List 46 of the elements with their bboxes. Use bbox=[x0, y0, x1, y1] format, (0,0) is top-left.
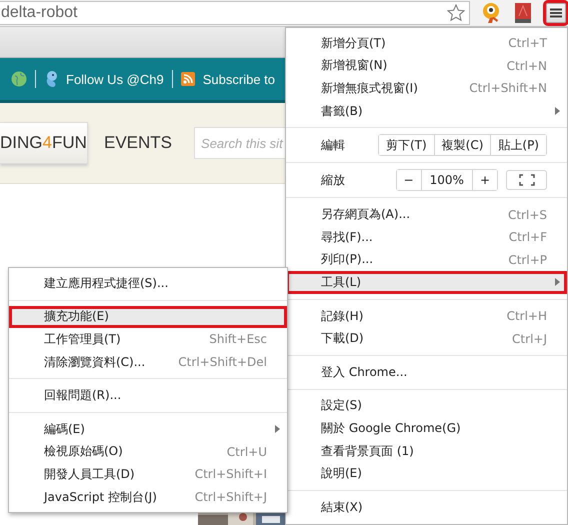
bird-icon bbox=[44, 70, 58, 88]
menu-item[interactable]: 新增視窗(N) Ctrl+N bbox=[286, 54, 567, 78]
menu-item[interactable]: 清除瀏覽資料(C)... Ctrl+Shift+Del bbox=[9, 350, 287, 374]
menu-label: 編輯 bbox=[321, 136, 345, 154]
menu-item[interactable]: 尋找(F)... Ctrl+F bbox=[286, 226, 567, 249]
menu-item[interactable]: 列印(P)... Ctrl+P bbox=[286, 248, 567, 272]
fullscreen-button[interactable] bbox=[506, 170, 547, 190]
menu-item[interactable]: 結束(X) bbox=[286, 496, 567, 518]
menu-item[interactable]: 設定(S) bbox=[286, 394, 567, 418]
nav-tab[interactable]: DING4FUN bbox=[0, 122, 88, 164]
url-text: delta-robot bbox=[1, 4, 78, 22]
menu-item[interactable]: 檢視原始碼(O) Ctrl+U bbox=[9, 440, 287, 464]
menu-item[interactable]: 登入 Chrome... bbox=[286, 360, 567, 384]
menu-item[interactable]: 另存網頁為(A)... Ctrl+S bbox=[286, 203, 567, 226]
edit-button[interactable]: 貼上(P) bbox=[490, 135, 546, 156]
submenu-arrow-icon bbox=[554, 107, 560, 116]
nav-link[interactable]: EVENTS bbox=[104, 133, 172, 153]
site-link[interactable]: Follow Us @Ch9 bbox=[66, 72, 164, 86]
rss-icon bbox=[180, 72, 195, 86]
menu-label: 縮放 bbox=[321, 172, 345, 189]
menu-icon bbox=[550, 8, 562, 18]
menu-item[interactable]: 編碼(E) bbox=[9, 418, 287, 441]
book-icon[interactable] bbox=[514, 3, 532, 23]
submenu-arrow-icon bbox=[274, 425, 280, 434]
submenu-arrow-icon bbox=[554, 278, 560, 286]
menu-button[interactable] bbox=[546, 3, 566, 23]
star-icon[interactable] bbox=[447, 4, 465, 22]
menu-item[interactable]: 建立應用程式捷徑(S)... bbox=[9, 272, 287, 295]
menu-item[interactable]: 說明(E) bbox=[286, 462, 567, 485]
menu-item[interactable]: 工作管理員(T) Shift+Esc bbox=[9, 328, 287, 351]
menu-item[interactable]: JavaScript 控制台(J) Ctrl+Shift+J bbox=[9, 486, 287, 508]
menu-item[interactable]: 新增分頁(T) Ctrl+T bbox=[286, 32, 567, 55]
menu-item[interactable]: 回報問題(R)... bbox=[9, 384, 287, 407]
menu-item[interactable]: 查看背景頁面 (1) bbox=[286, 440, 567, 462]
fullscreen-icon bbox=[518, 174, 534, 186]
site-link[interactable]: Subscribe to bbox=[202, 72, 275, 86]
globe-icon bbox=[11, 71, 27, 87]
menu-item[interactable]: 記錄(H) Ctrl+H bbox=[286, 304, 567, 328]
menu-item[interactable]: 書籤(B) bbox=[286, 100, 567, 122]
menu-item[interactable]: 擴充功能(E) bbox=[9, 306, 287, 328]
menu-item[interactable]: 下載(D) Ctrl+J bbox=[286, 327, 567, 350]
menu-item[interactable]: 開發人員工具(D) Ctrl+Shift+I bbox=[9, 463, 287, 486]
duck-icon[interactable] bbox=[482, 2, 502, 24]
menu-item[interactable]: 新增無痕式視窗(I) Ctrl+Shift+N bbox=[286, 77, 567, 100]
menu-item[interactable]: 工具(L) bbox=[286, 271, 567, 294]
menu-item[interactable]: 關於 Google Chrome(G) bbox=[286, 417, 567, 440]
